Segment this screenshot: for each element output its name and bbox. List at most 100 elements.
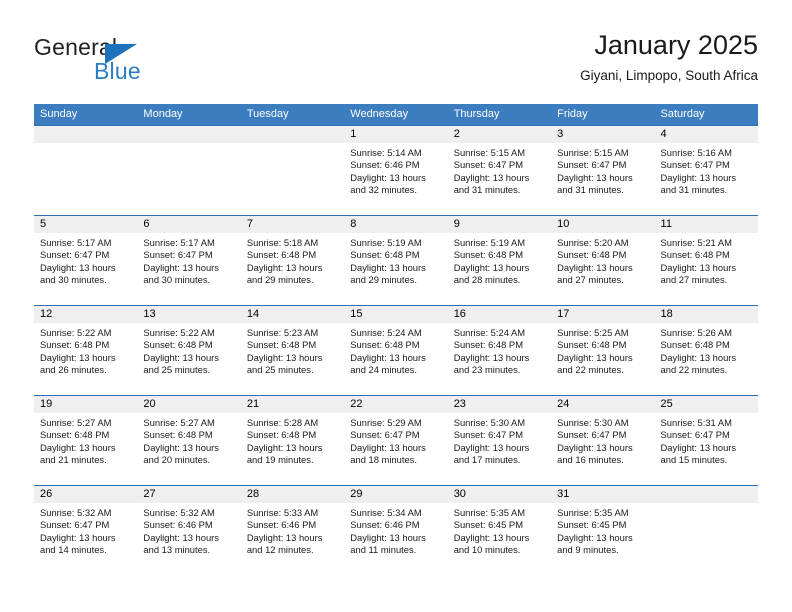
sunrise-text: Sunrise: 5:30 AM (453, 417, 526, 428)
day-details: Sunrise: 5:31 AM Sunset: 6:47 PM Dayligh… (655, 413, 758, 467)
day-cell[interactable]: 12 Sunrise: 5:22 AM Sunset: 6:48 PM Dayl… (34, 306, 138, 395)
daylight-text-line1: Daylight: 13 hours (246, 351, 323, 363)
day-details: Sunrise: 5:27 AM Sunset: 6:48 PM Dayligh… (34, 413, 137, 467)
day-cell[interactable]: 15 Sunrise: 5:24 AM Sunset: 6:48 PM Dayl… (344, 306, 448, 395)
page-title: January 2025 (594, 30, 758, 60)
day-cell[interactable]: 5 Sunrise: 5:17 AM Sunset: 6:47 PM Dayli… (34, 216, 138, 305)
sunrise-text: Sunrise: 5:17 AM (40, 237, 112, 248)
day-cell[interactable]: 31 Sunrise: 5:35 AM Sunset: 6:45 PM Dayl… (551, 486, 655, 575)
day-cell[interactable]: 25 Sunrise: 5:31 AM Sunset: 6:47 PM Dayl… (654, 396, 758, 485)
day-number: 12 (34, 306, 138, 323)
day-cell[interactable]: 19 Sunrise: 5:27 AM Sunset: 6:48 PM Dayl… (34, 396, 138, 485)
weekday-header-tuesday: Tuesday (246, 108, 289, 120)
daylight-text-line1: Daylight: 13 hours (40, 351, 116, 363)
sunset-text: Sunset: 6:48 PM (660, 339, 730, 351)
day-number: 8 (344, 216, 448, 233)
day-number: 30 (447, 486, 552, 503)
day-cell[interactable]: 7 Sunrise: 5:18 AM Sunset: 6:48 PM Dayli… (240, 216, 345, 305)
sunset-text: Sunset: 6:46 PM (350, 519, 420, 531)
daylight-text-line2: and 19 minutes. (246, 454, 314, 466)
day-cell[interactable]: 21 Sunrise: 5:28 AM Sunset: 6:48 PM Dayl… (240, 396, 345, 485)
sunrise-text: Sunrise: 5:35 AM (453, 507, 526, 518)
general-blue-logo[interactable]: General Blue (34, 34, 254, 92)
sunset-text: Sunset: 6:48 PM (143, 339, 213, 351)
daylight-text-line2: and 29 minutes. (246, 274, 314, 286)
day-cell[interactable]: 30 Sunrise: 5:35 AM Sunset: 6:45 PM Dayl… (447, 486, 552, 575)
day-cell (34, 126, 138, 215)
day-details: Sunrise: 5:22 AM Sunset: 6:48 PM Dayligh… (34, 323, 137, 377)
day-number: 18 (654, 306, 758, 323)
day-details: Sunrise: 5:19 AM Sunset: 6:48 PM Dayligh… (448, 233, 551, 287)
day-cell[interactable]: 26 Sunrise: 5:32 AM Sunset: 6:47 PM Dayl… (34, 486, 138, 575)
week-row: 1 Sunrise: 5:14 AM Sunset: 6:46 PM Dayli… (34, 125, 758, 215)
weekday-header-sunday: Sunday (40, 108, 78, 120)
daylight-text-line2: and 30 minutes. (143, 274, 211, 286)
day-number: 17 (551, 306, 655, 323)
day-cell[interactable]: 13 Sunrise: 5:22 AM Sunset: 6:48 PM Dayl… (137, 306, 241, 395)
day-cell[interactable]: 14 Sunrise: 5:23 AM Sunset: 6:48 PM Dayl… (240, 306, 345, 395)
day-details: Sunrise: 5:33 AM Sunset: 6:46 PM Dayligh… (241, 503, 344, 557)
day-details: Sunrise: 5:20 AM Sunset: 6:48 PM Dayligh… (551, 233, 654, 287)
sunset-text: Sunset: 6:47 PM (557, 429, 627, 441)
day-cell[interactable]: 17 Sunrise: 5:25 AM Sunset: 6:48 PM Dayl… (551, 306, 655, 395)
calendar-table: Sunday Monday Tuesday Wednesday Thursday… (34, 104, 758, 575)
day-number: 7 (240, 216, 345, 233)
day-details: Sunrise: 5:15 AM Sunset: 6:47 PM Dayligh… (448, 143, 551, 197)
day-number (654, 486, 758, 503)
day-cell[interactable]: 24 Sunrise: 5:30 AM Sunset: 6:47 PM Dayl… (551, 396, 655, 485)
sunrise-text: Sunrise: 5:24 AM (350, 327, 422, 338)
sunrise-text: Sunrise: 5:14 AM (350, 147, 422, 158)
calendar-page: General Blue January 2025 Giyani, Limpop… (0, 0, 792, 612)
week-row: 19 Sunrise: 5:27 AM Sunset: 6:48 PM Dayl… (34, 395, 758, 485)
daylight-text-line1: Daylight: 13 hours (143, 441, 219, 453)
sunset-text: Sunset: 6:48 PM (453, 249, 523, 261)
sunset-text: Sunset: 6:48 PM (557, 249, 627, 261)
weekday-header-thursday: Thursday (453, 108, 500, 120)
weekday-header-saturday: Saturday (660, 108, 705, 120)
day-cell[interactable]: 11 Sunrise: 5:21 AM Sunset: 6:48 PM Dayl… (654, 216, 758, 305)
daylight-text-line2: and 10 minutes. (453, 544, 521, 556)
day-cell[interactable]: 23 Sunrise: 5:30 AM Sunset: 6:47 PM Dayl… (447, 396, 552, 485)
day-cell[interactable]: 8 Sunrise: 5:19 AM Sunset: 6:48 PM Dayli… (344, 216, 448, 305)
weekday-header-row: Sunday Monday Tuesday Wednesday Thursday… (34, 104, 758, 125)
day-cell[interactable]: 27 Sunrise: 5:32 AM Sunset: 6:46 PM Dayl… (137, 486, 241, 575)
day-cell[interactable]: 18 Sunrise: 5:26 AM Sunset: 6:48 PM Dayl… (654, 306, 758, 395)
day-cell[interactable]: 1 Sunrise: 5:14 AM Sunset: 6:46 PM Dayli… (344, 126, 448, 215)
day-cell[interactable]: 29 Sunrise: 5:34 AM Sunset: 6:46 PM Dayl… (344, 486, 448, 575)
sunset-text: Sunset: 6:48 PM (246, 249, 317, 261)
day-cell[interactable]: 3 Sunrise: 5:15 AM Sunset: 6:47 PM Dayli… (551, 126, 655, 215)
day-cell (240, 126, 345, 215)
daylight-text-line2: and 22 minutes. (557, 364, 624, 376)
day-cell[interactable]: 6 Sunrise: 5:17 AM Sunset: 6:47 PM Dayli… (137, 216, 241, 305)
week-row: 26 Sunrise: 5:32 AM Sunset: 6:47 PM Dayl… (34, 485, 758, 575)
day-number: 21 (240, 396, 345, 413)
day-cell[interactable]: 22 Sunrise: 5:29 AM Sunset: 6:47 PM Dayl… (344, 396, 448, 485)
day-details: Sunrise: 5:22 AM Sunset: 6:48 PM Dayligh… (137, 323, 240, 377)
day-details (34, 143, 137, 147)
daylight-text-line2: and 16 minutes. (557, 454, 624, 466)
day-number: 27 (137, 486, 241, 503)
day-cell[interactable]: 9 Sunrise: 5:19 AM Sunset: 6:48 PM Dayli… (447, 216, 552, 305)
day-details: Sunrise: 5:23 AM Sunset: 6:48 PM Dayligh… (241, 323, 344, 377)
sunset-text: Sunset: 6:46 PM (246, 519, 317, 531)
sunrise-text: Sunrise: 5:26 AM (660, 327, 732, 338)
daylight-text-line1: Daylight: 13 hours (350, 261, 426, 273)
sunset-text: Sunset: 6:48 PM (453, 339, 523, 351)
sunrise-text: Sunrise: 5:24 AM (453, 327, 526, 338)
day-cell[interactable]: 10 Sunrise: 5:20 AM Sunset: 6:48 PM Dayl… (551, 216, 655, 305)
sunset-text: Sunset: 6:47 PM (660, 159, 730, 171)
day-details: Sunrise: 5:14 AM Sunset: 6:46 PM Dayligh… (344, 143, 447, 197)
daylight-text-line1: Daylight: 13 hours (557, 261, 633, 273)
day-cell[interactable]: 2 Sunrise: 5:15 AM Sunset: 6:47 PM Dayli… (447, 126, 552, 215)
day-cell[interactable]: 20 Sunrise: 5:27 AM Sunset: 6:48 PM Dayl… (137, 396, 241, 485)
day-details: Sunrise: 5:32 AM Sunset: 6:46 PM Dayligh… (137, 503, 240, 557)
day-details: Sunrise: 5:21 AM Sunset: 6:48 PM Dayligh… (655, 233, 758, 287)
day-cell[interactable]: 28 Sunrise: 5:33 AM Sunset: 6:46 PM Dayl… (240, 486, 345, 575)
daylight-text-line1: Daylight: 13 hours (453, 351, 530, 363)
day-number: 2 (447, 126, 552, 143)
sunset-text: Sunset: 6:47 PM (453, 159, 523, 171)
sunrise-text: Sunrise: 5:27 AM (143, 417, 215, 428)
day-cell[interactable]: 4 Sunrise: 5:16 AM Sunset: 6:47 PM Dayli… (654, 126, 758, 215)
day-cell[interactable]: 16 Sunrise: 5:24 AM Sunset: 6:48 PM Dayl… (447, 306, 552, 395)
sunset-text: Sunset: 6:48 PM (40, 339, 110, 351)
